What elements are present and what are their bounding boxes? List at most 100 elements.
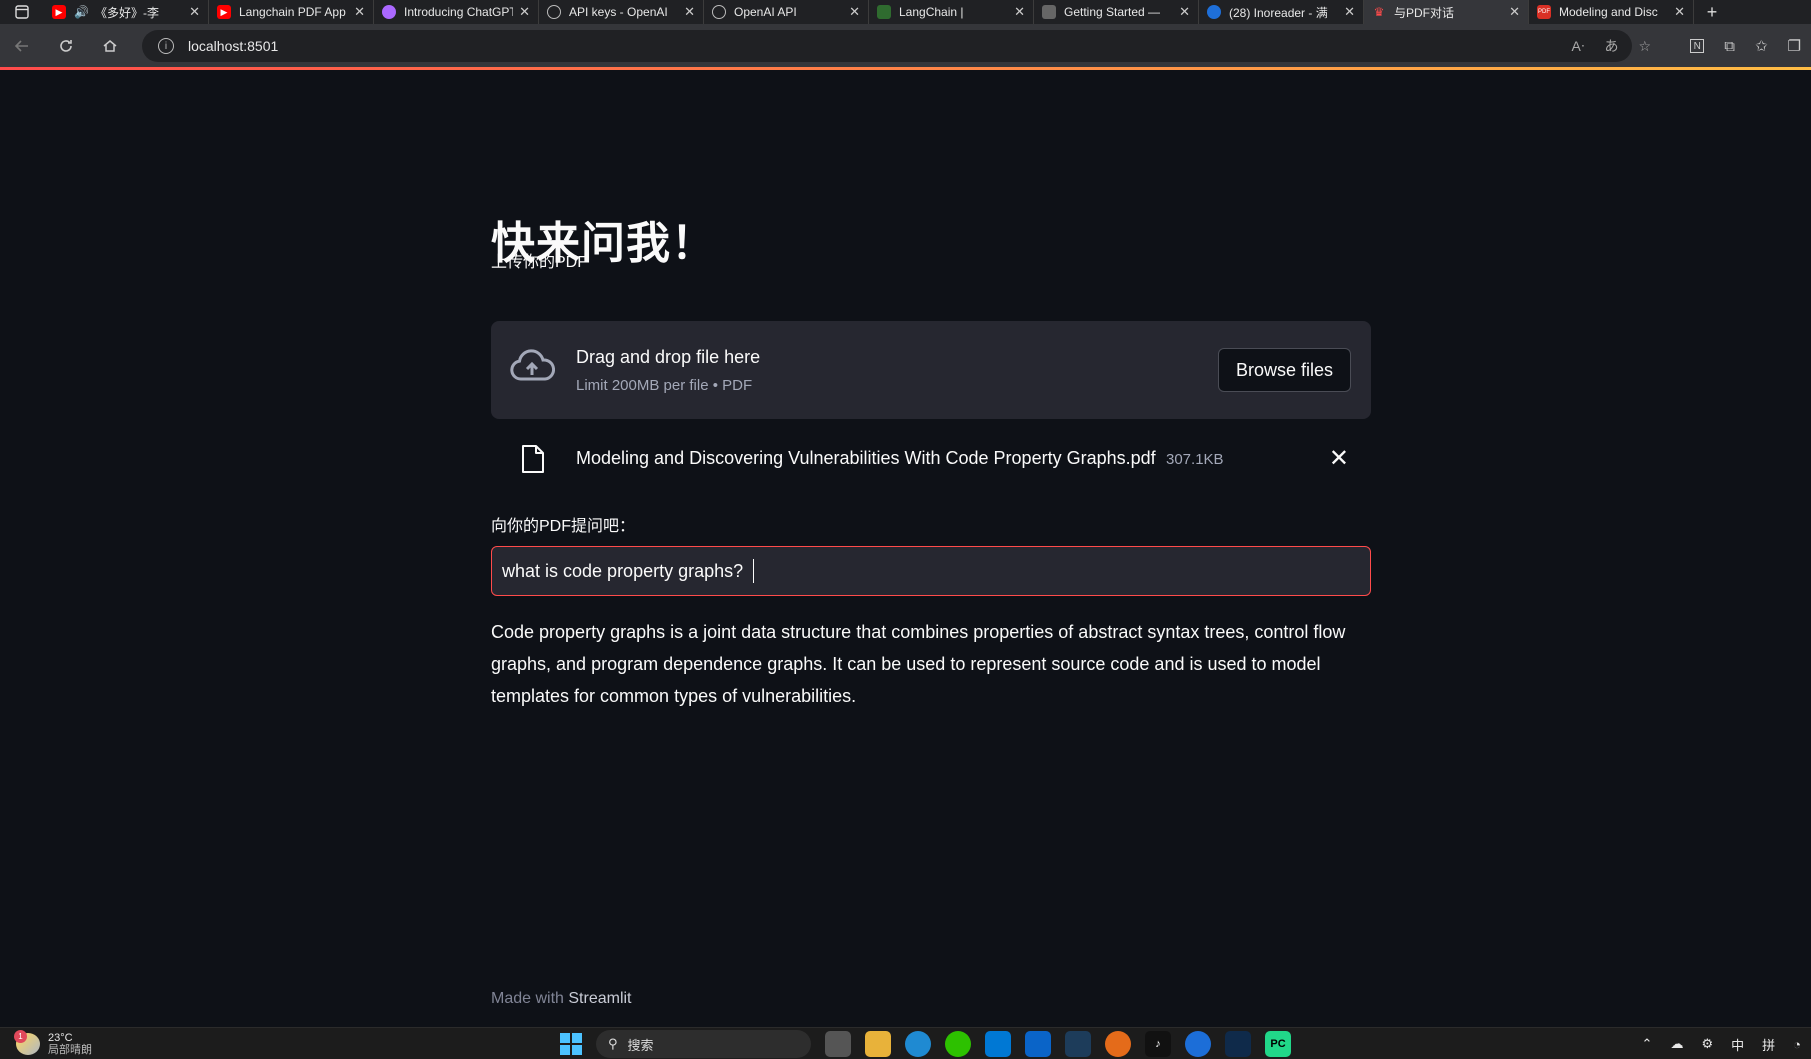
back-icon[interactable]: [0, 24, 44, 68]
browser-tab[interactable]: ▶ 🔊 《多好》-李 ✕: [44, 0, 209, 24]
tab-actions-icon[interactable]: [0, 0, 44, 24]
extensions-icon[interactable]: ⧉: [1724, 38, 1735, 55]
tray-overflow-icon[interactable]: ⌃: [1642, 1036, 1653, 1052]
browse-files-button[interactable]: Browse files: [1218, 348, 1351, 392]
browser-toolbar: i localhost:8501 Aᐧ あ ☆ N ⧉ ✩ ❐: [0, 24, 1811, 68]
new-tab-button[interactable]: +: [1694, 2, 1730, 23]
weather-widget[interactable]: 1 23°C 局部晴朗: [14, 1030, 92, 1056]
read-aloud-icon[interactable]: Aᐧ: [1572, 38, 1585, 55]
address-bar-actions: Aᐧ あ ☆: [1572, 24, 1651, 68]
edge-icon[interactable]: [905, 1031, 931, 1057]
close-tab-icon[interactable]: ✕: [684, 4, 695, 20]
tab-title: Langchain PDF App: [239, 5, 346, 19]
vscode-icon[interactable]: [1065, 1031, 1091, 1057]
footer-brand-link[interactable]: Streamlit: [568, 990, 631, 1007]
file-dropzone[interactable]: Drag and drop file here Limit 200MB per …: [491, 321, 1371, 419]
browser-tab-active[interactable]: ♛ 与PDF对话 ✕: [1364, 0, 1529, 24]
ime-layout[interactable]: 拼: [1762, 1035, 1775, 1054]
answer-text: Code property graphs is a joint data str…: [491, 622, 1346, 706]
qq-browser-icon[interactable]: [1185, 1031, 1211, 1057]
home-icon[interactable]: [88, 24, 132, 68]
browser-tab[interactable]: API keys - OpenAI ✕: [539, 0, 704, 24]
search-app-icon[interactable]: [1105, 1031, 1131, 1057]
question-value[interactable]: what is code property graphs?: [502, 561, 743, 582]
file-size: 307.1KB: [1166, 451, 1224, 468]
tab-title: 与PDF对话: [1394, 5, 1455, 20]
address-bar[interactable]: i localhost:8501: [142, 30, 1632, 62]
close-tab-icon[interactable]: ✕: [849, 4, 860, 20]
tab-title: LangChain |: [899, 5, 964, 19]
remove-file-icon[interactable]: ✕: [1329, 444, 1349, 473]
search-placeholder: 搜索: [627, 1037, 654, 1053]
file-explorer-icon[interactable]: [865, 1031, 891, 1057]
taskbar: 1 23°C 局部晴朗 ⚲ 搜索 ♪ PC ⌃ ☁ ⚙ 中 拼 ◔: [0, 1027, 1811, 1059]
tiktok-icon[interactable]: ♪: [1145, 1031, 1171, 1057]
notification-badge: 1: [14, 1030, 27, 1043]
langchain-icon: [877, 5, 891, 19]
wechat-icon[interactable]: [945, 1031, 971, 1057]
notion-icon[interactable]: N: [1690, 39, 1705, 53]
tab-title: Modeling and Disc: [1559, 5, 1658, 19]
kitty-icon[interactable]: [1225, 1031, 1251, 1057]
close-tab-icon[interactable]: ✕: [1014, 4, 1025, 20]
docs-icon: [1042, 5, 1056, 19]
question-label: 向你的PDF提问吧：: [491, 518, 636, 535]
text-cursor: [753, 559, 755, 583]
translate-icon[interactable]: あ: [1604, 36, 1618, 56]
footer: Made with Streamlit: [491, 990, 632, 1008]
tray-app-icon[interactable]: ⚙: [1701, 1036, 1713, 1052]
browser-tab[interactable]: (28) Inoreader - 满 ✕: [1199, 0, 1364, 24]
close-tab-icon[interactable]: ✕: [519, 4, 530, 20]
wifi-icon[interactable]: ◔: [1793, 1037, 1801, 1052]
mail-icon[interactable]: [1025, 1031, 1051, 1057]
tab-title: 《多好》-李: [94, 5, 159, 20]
close-tab-icon[interactable]: ✕: [1344, 4, 1355, 20]
close-tab-icon[interactable]: ✕: [354, 4, 365, 20]
close-tab-icon[interactable]: ✕: [1179, 4, 1190, 20]
pycharm-icon[interactable]: PC: [1265, 1031, 1291, 1057]
question-input[interactable]: what is code property graphs?: [491, 546, 1371, 596]
refresh-icon[interactable]: [44, 24, 88, 68]
taskbar-apps: ⚲ 搜索 ♪ PC: [560, 1028, 1291, 1059]
tab-title: OpenAI API: [734, 5, 797, 19]
streamlit-status-bar: [0, 67, 1811, 70]
onedrive-icon[interactable]: ☁: [1670, 1036, 1683, 1052]
favorites-icon[interactable]: ✩: [1755, 37, 1768, 55]
close-tab-icon[interactable]: ✕: [1674, 4, 1685, 20]
search-icon: ⚲: [608, 1036, 618, 1051]
dropzone-limit: Limit 200MB per file • PDF: [576, 377, 753, 394]
site-info-icon[interactable]: i: [158, 38, 174, 54]
address-url[interactable]: localhost:8501: [188, 38, 278, 54]
youtube-icon: ▶: [217, 5, 231, 19]
dropzone-title: Drag and drop file here: [576, 347, 761, 367]
openai-icon: [712, 5, 726, 19]
tab-title: Introducing ChatGPT: [404, 5, 514, 19]
browser-tab[interactable]: ▶ Langchain PDF App ✕: [209, 0, 374, 24]
browser-tab[interactable]: PDF Modeling and Disc ✕: [1529, 0, 1694, 24]
file-name: Modeling and Discovering Vulnerabilities…: [576, 448, 1156, 468]
collections-icon[interactable]: ❐: [1788, 37, 1801, 55]
speaker-icon[interactable]: 🔊: [74, 5, 89, 19]
close-tab-icon[interactable]: ✕: [189, 4, 200, 20]
openai-icon: [547, 5, 561, 19]
ime-mode[interactable]: 中: [1731, 1035, 1744, 1054]
task-view-icon[interactable]: [825, 1031, 851, 1057]
windows-start-icon[interactable]: [560, 1033, 582, 1055]
weather-desc: 局部晴朗: [48, 1044, 92, 1056]
close-tab-icon[interactable]: ✕: [1509, 4, 1520, 20]
browser-tab[interactable]: LangChain | ✕: [869, 0, 1034, 24]
weather-icon: 1: [14, 1030, 40, 1055]
tab-title: Getting Started —: [1064, 5, 1161, 19]
openai-icon: [382, 5, 396, 19]
footer-prefix: Made with: [491, 990, 564, 1007]
weather-temp: 23°C: [48, 1032, 73, 1044]
browser-tab[interactable]: Getting Started — ✕: [1034, 0, 1199, 24]
taskbar-search[interactable]: ⚲ 搜索: [596, 1030, 811, 1058]
browser-tab[interactable]: Introducing ChatGPT ✕: [374, 0, 539, 24]
favorite-star-icon[interactable]: ☆: [1638, 38, 1651, 55]
uploaded-file: Modeling and Discovering Vulnerabilities…: [491, 438, 1371, 484]
store-icon[interactable]: [985, 1031, 1011, 1057]
youtube-icon: ▶: [52, 5, 66, 19]
browser-tab[interactable]: OpenAI API ✕: [704, 0, 869, 24]
pdf-icon: PDF: [1537, 5, 1551, 19]
